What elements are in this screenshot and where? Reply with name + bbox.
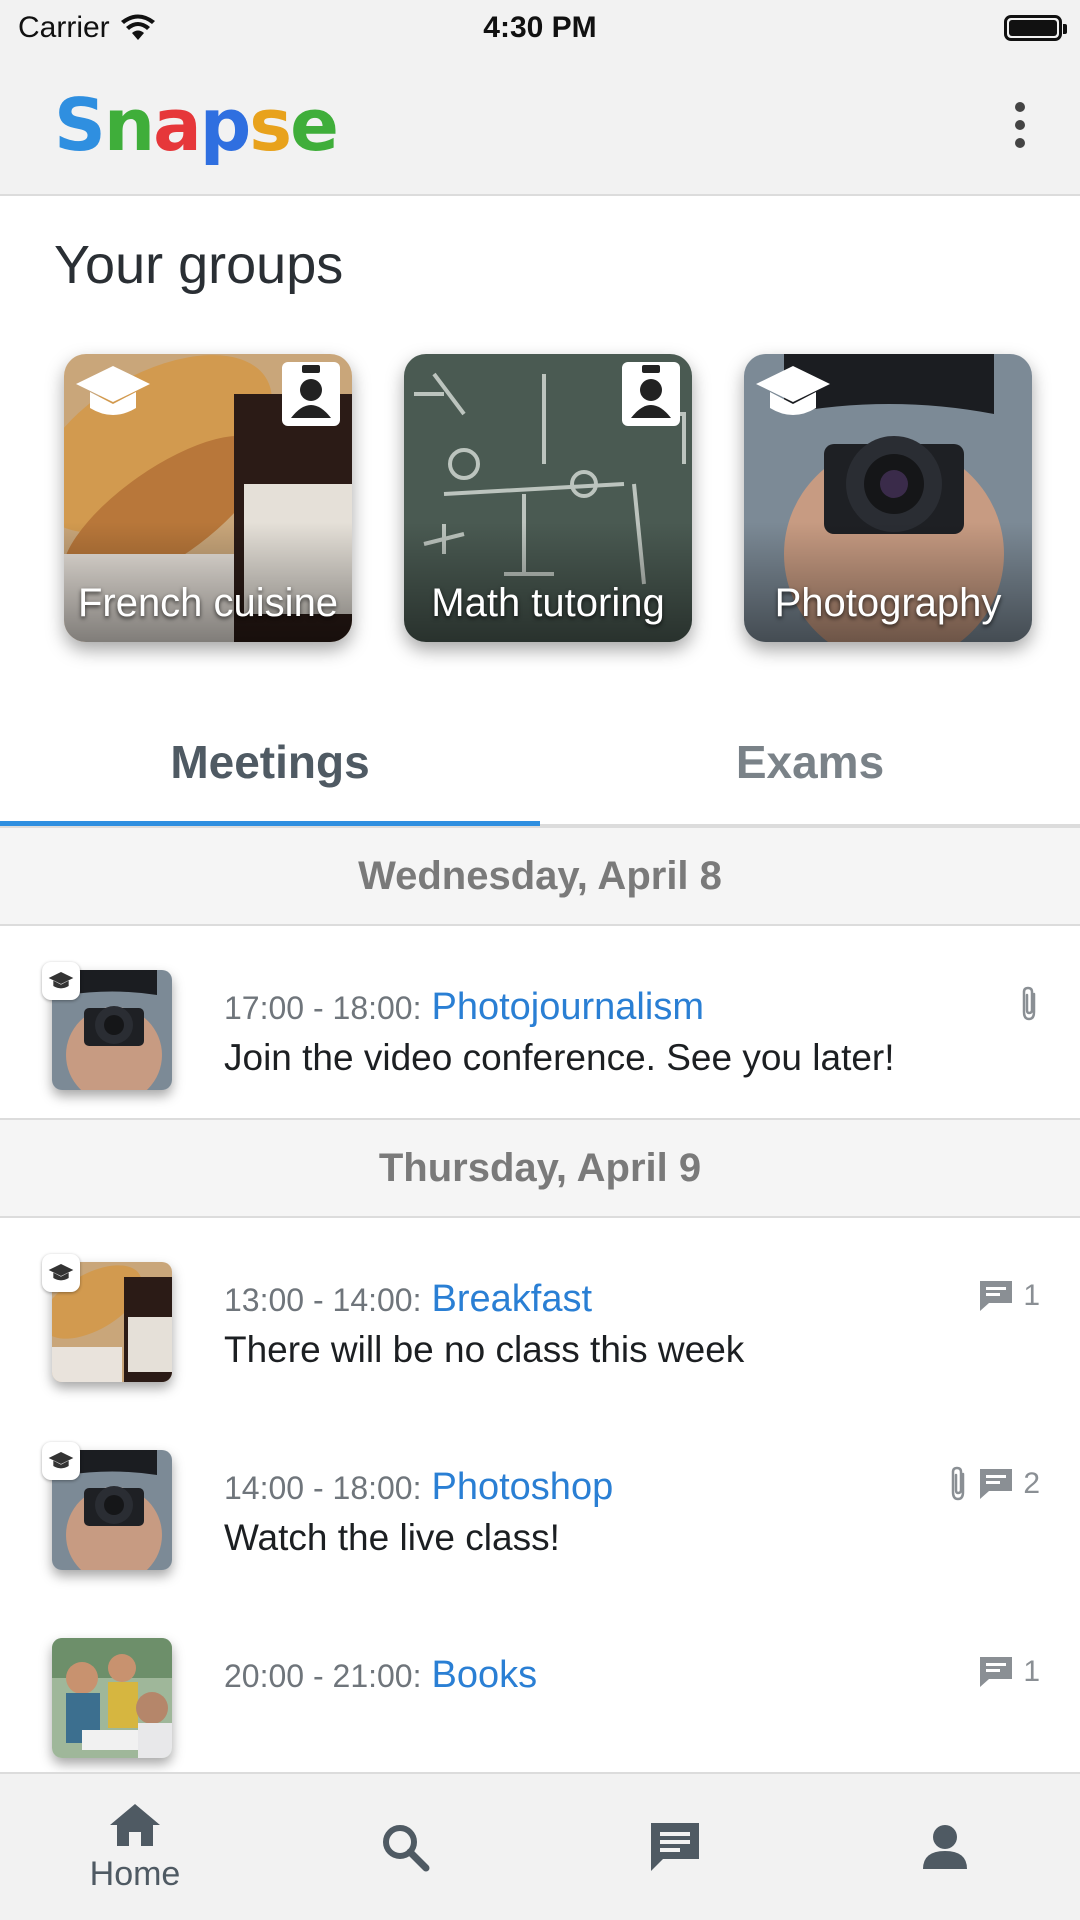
comment-count: 1 xyxy=(1023,1279,1040,1312)
meeting-time: 13:00 - 14:00: xyxy=(224,1282,422,1318)
meeting-time: 20:00 - 21:00: xyxy=(224,1658,422,1694)
group-card-math-tutoring[interactable]: Math tutoring xyxy=(404,354,692,642)
meeting-row[interactable]: 13:00 - 14:00: Breakfast There will be n… xyxy=(0,1242,1080,1392)
meeting-text: 17:00 - 18:00: Photojournalism Join the … xyxy=(224,986,944,1079)
meeting-title[interactable]: Books xyxy=(432,1654,538,1696)
group-label: Math tutoring xyxy=(431,581,665,625)
graduation-cap-icon xyxy=(42,1254,80,1292)
tab-meetings[interactable]: Meetings xyxy=(0,700,540,826)
meeting-meta xyxy=(1018,986,1040,1022)
status-right xyxy=(802,15,1067,41)
group-card-photography[interactable]: Photography xyxy=(744,354,1032,642)
meeting-text: 13:00 - 14:00: Breakfast There will be n… xyxy=(224,1278,944,1371)
group-card-french-cuisine[interactable]: French cuisine xyxy=(64,354,352,642)
battery-icon xyxy=(1003,15,1067,41)
comment-icon xyxy=(980,1469,1013,1499)
app-logo: Snapse xyxy=(54,83,339,167)
meeting-time: 14:00 - 18:00: xyxy=(224,1470,422,1506)
search-icon xyxy=(383,1825,430,1872)
day-header: Thursday, April 9 xyxy=(0,1118,1080,1218)
group-label: French cuisine xyxy=(77,581,339,625)
meeting-thumbnail xyxy=(52,1638,172,1758)
graduation-cap-icon xyxy=(76,366,150,415)
profile-icon xyxy=(923,1825,967,1869)
tab-exams[interactable]: Exams xyxy=(540,700,1080,824)
meeting-message: There will be no class this week xyxy=(224,1329,745,1370)
meeting-text: 20:00 - 21:00: Books xyxy=(224,1654,944,1705)
groups-title: Your groups xyxy=(54,235,344,295)
meeting-row[interactable]: 20:00 - 21:00: Books 1 xyxy=(0,1618,1080,1768)
meeting-meta: 1 xyxy=(977,1654,1040,1690)
attachment-icon xyxy=(1022,986,1036,1021)
chat-icon xyxy=(651,1823,699,1871)
meeting-message: Watch the live class! xyxy=(224,1517,560,1558)
carrier-label: Carrier xyxy=(18,11,110,44)
app-bar: Snapse xyxy=(0,56,1080,196)
nav-search[interactable] xyxy=(270,1774,540,1920)
status-time: 4:30 PM xyxy=(483,11,597,44)
tab-bar: Meetings Exams xyxy=(0,700,1080,826)
nav-home-label: Home xyxy=(89,1854,181,1893)
id-badge-icon xyxy=(282,362,340,426)
status-left: Carrier xyxy=(18,11,278,45)
groups-carousel[interactable]: French cuisine Math tutoring Photography xyxy=(0,354,1080,644)
meeting-title[interactable]: Photojournalism xyxy=(432,986,704,1028)
meeting-meta: 2 xyxy=(947,1466,1040,1502)
meeting-row[interactable]: 14:00 - 18:00: Photoshop Watch the live … xyxy=(0,1430,1080,1580)
nav-home[interactable]: Home xyxy=(0,1774,270,1920)
wifi-icon xyxy=(120,14,155,40)
graduation-cap-icon xyxy=(42,1442,80,1480)
home-icon xyxy=(110,1803,160,1846)
comment-count: 2 xyxy=(1023,1467,1040,1500)
meeting-time: 17:00 - 18:00: xyxy=(224,990,422,1026)
meeting-meta: 1 xyxy=(977,1278,1040,1314)
comment-icon xyxy=(980,1281,1013,1311)
graduation-cap-icon xyxy=(42,962,80,1000)
comment-icon xyxy=(980,1657,1013,1687)
meeting-row[interactable]: 17:00 - 18:00: Photojournalism Join the … xyxy=(0,950,1080,1100)
group-label: Photography xyxy=(774,581,1002,625)
graduation-cap-icon xyxy=(756,366,830,415)
nav-profile[interactable] xyxy=(810,1774,1080,1920)
meeting-title[interactable]: Photoshop xyxy=(432,1466,614,1508)
id-badge-icon xyxy=(622,362,680,426)
attachment-icon xyxy=(952,1466,965,1501)
bottom-navigation: Home xyxy=(0,1772,1080,1920)
meeting-text: 14:00 - 18:00: Photoshop Watch the live … xyxy=(224,1466,944,1559)
meeting-message: Join the video conference. See you later… xyxy=(224,1037,895,1078)
comment-count: 1 xyxy=(1023,1655,1040,1688)
nav-messages[interactable] xyxy=(540,1774,810,1920)
day-header: Wednesday, April 8 xyxy=(0,826,1080,926)
status-bar: Carrier 4:30 PM xyxy=(0,0,1080,56)
meeting-title[interactable]: Breakfast xyxy=(432,1278,593,1320)
more-vertical-icon[interactable] xyxy=(1000,95,1040,155)
